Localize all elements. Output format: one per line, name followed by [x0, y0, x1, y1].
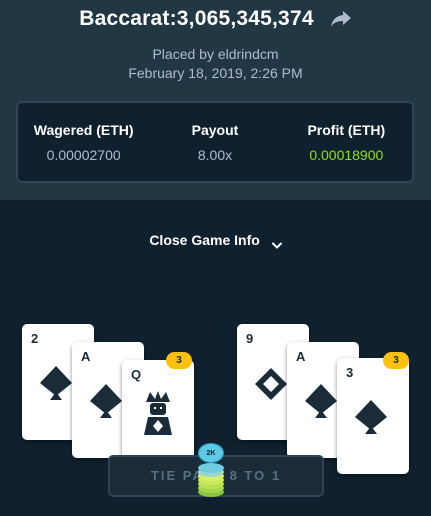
wagered-label: Wagered (ETH)	[33, 122, 134, 138]
card-rank: 2	[31, 331, 39, 346]
wagered-stat: Wagered (ETH) 0.00002700	[18, 103, 149, 181]
profit-label: Profit (ETH)	[307, 122, 386, 138]
share-icon[interactable]	[330, 10, 352, 28]
placed-by-text: Placed by eldrindcm	[152, 46, 279, 62]
chevron-down-icon	[271, 237, 282, 250]
card-rank: 3	[346, 365, 354, 380]
title-row: Baccarat:3,065,345,374	[0, 6, 431, 32]
banker-score-badge: 3	[383, 352, 409, 369]
chip-stack: 2K	[198, 443, 228, 499]
playing-card: 3	[337, 358, 409, 474]
bet-stats-panel: Wagered (ETH) 0.00002700 Payout 8.00x Pr…	[16, 101, 414, 183]
bet-details-header: Baccarat:3,065,345,374 Placed by eldrind…	[0, 0, 431, 200]
card-rank: A	[81, 349, 91, 364]
chip	[198, 463, 224, 473]
placed-date: February 18, 2019, 2:26 PM	[128, 65, 303, 81]
diamond-icon	[253, 366, 289, 407]
queen-figure-icon	[138, 390, 178, 441]
card-rank: A	[296, 349, 306, 364]
close-game-info-toggle[interactable]: Close Game Info	[0, 232, 431, 250]
spade-icon	[353, 398, 389, 439]
player-score-badge: 3	[166, 352, 192, 369]
profit-stat: Profit (ETH) 0.00018900	[281, 103, 412, 181]
page-title: Baccarat:3,065,345,374	[79, 7, 314, 30]
placed-info: Placed by eldrindcm February 18, 2019, 2…	[0, 45, 431, 83]
spade-icon	[303, 382, 339, 423]
payout-stat: Payout 8.00x	[149, 103, 280, 181]
wagered-value: 0.00002700	[46, 147, 121, 163]
card-rank: Q	[131, 367, 142, 382]
card-rank: 9	[246, 331, 254, 346]
payout-label: Payout	[191, 122, 239, 138]
payout-value: 8.00x	[197, 147, 233, 163]
profit-value: 0.00018900	[309, 147, 384, 163]
chip-value-label: 2K	[198, 443, 224, 463]
spade-icon	[88, 382, 124, 423]
close-game-info-label: Close Game Info	[149, 232, 260, 248]
spade-icon	[38, 364, 74, 405]
